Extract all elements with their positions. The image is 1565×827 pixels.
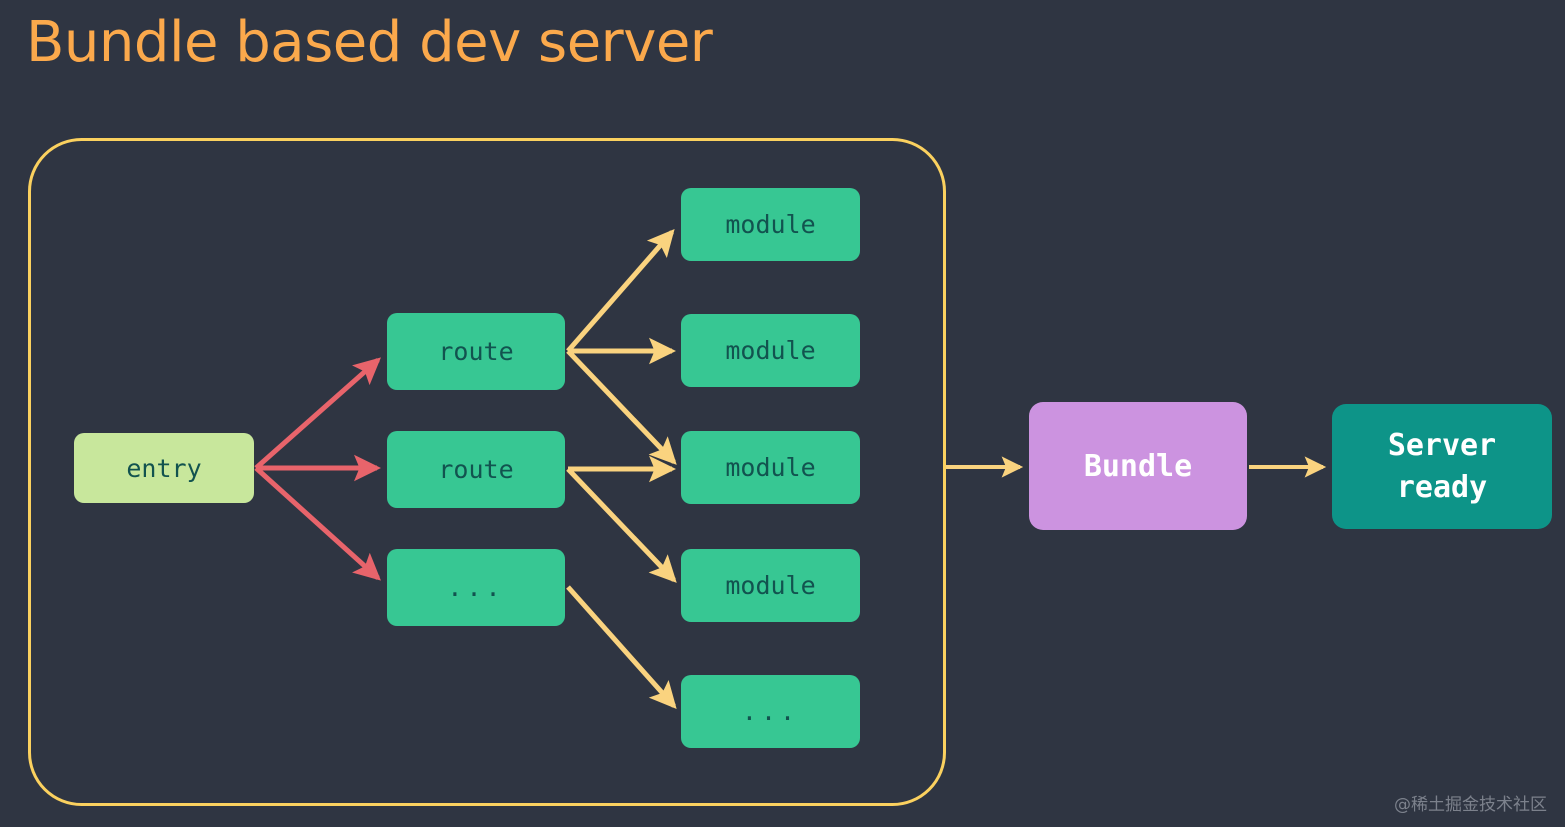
node-module-3-label: module xyxy=(725,453,815,482)
node-module-3[interactable]: module xyxy=(681,431,860,504)
node-module-1[interactable]: module xyxy=(681,188,860,261)
node-module-2[interactable]: module xyxy=(681,314,860,387)
node-route-1[interactable]: route xyxy=(387,313,565,390)
node-server-ready[interactable]: Server ready xyxy=(1332,404,1552,529)
node-module-4-label: module xyxy=(725,571,815,600)
edge-route1-module1 xyxy=(568,232,672,351)
node-route-ellipsis[interactable]: ... xyxy=(387,549,565,626)
node-route-1-label: route xyxy=(438,337,513,366)
edge-entry-route1 xyxy=(256,360,378,468)
node-bundle-label: Bundle xyxy=(1084,449,1192,484)
edge-entry-route3 xyxy=(256,468,378,578)
page-title: Bundle based dev server xyxy=(26,12,712,74)
node-module-4[interactable]: module xyxy=(681,549,860,622)
node-entry[interactable]: entry xyxy=(74,433,254,503)
node-module-ellipsis-label: ... xyxy=(742,697,799,726)
node-server-ready-label: Server ready xyxy=(1388,425,1496,508)
edge-route3-module5 xyxy=(568,587,674,706)
edge-route1-module3 xyxy=(568,351,674,462)
node-module-ellipsis[interactable]: ... xyxy=(681,675,860,748)
node-bundle[interactable]: Bundle xyxy=(1029,402,1247,530)
node-route-2-label: route xyxy=(438,455,513,484)
diagram-canvas: Bundle based dev server xyxy=(0,0,1565,827)
watermark: @稀土掘金技术社区 xyxy=(1394,790,1547,815)
node-route-ellipsis-label: ... xyxy=(447,573,504,602)
edge-route2-module4 xyxy=(568,469,674,580)
node-module-2-label: module xyxy=(725,336,815,365)
node-module-1-label: module xyxy=(725,210,815,239)
node-route-2[interactable]: route xyxy=(387,431,565,508)
node-entry-label: entry xyxy=(126,454,201,483)
